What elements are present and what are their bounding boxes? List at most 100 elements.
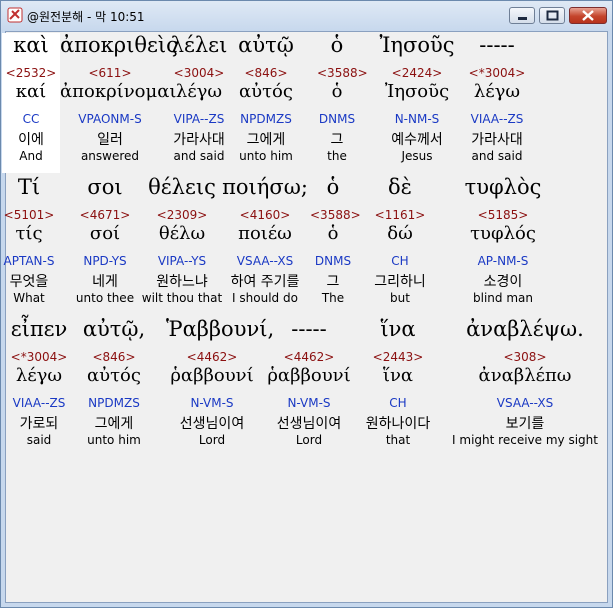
korean-gloss: 원하느냐 — [156, 274, 208, 290]
strong-number: <3004> — [173, 66, 225, 80]
parse-code: NPDMZS — [88, 396, 140, 410]
strong-number: <4671> — [79, 208, 131, 222]
interlinear-word[interactable]: θέλεις <2309> θέλω VIPA--YS 원하느냐 wilt thou th… — [140, 175, 224, 311]
maximize-button[interactable] — [539, 7, 565, 24]
interlinear-word[interactable]: ἀποκριθεὶς <611> ἀποκρίνομαι VPAONM-S 일러 answ… — [60, 33, 178, 169]
strong-number: <846> — [244, 66, 288, 80]
parse-code: APTAN-S — [3, 254, 55, 268]
interlinear-word[interactable]: σοι <4671> σοί NPD-YS 네게 unto thee — [70, 175, 140, 311]
strong-number: <2424> — [391, 66, 443, 80]
parse-code: CC — [22, 112, 40, 126]
interlinear-word[interactable]: τυφλὸς <5185> τυφλός AP-NM-S 소경이 blind man — [462, 175, 544, 311]
greek: λέλει — [170, 33, 228, 57]
english-gloss: unto thee — [75, 291, 135, 305]
close-icon — [582, 10, 594, 21]
app-window: @원전분해 - 막 10:51 καὶ <2532> καί CC 이에 And ἀποκρ… — [0, 0, 613, 608]
korean-gloss: 네게 — [92, 274, 118, 290]
interlinear-word[interactable]: αὐτῷ <846> αὐτός NPDMZS 그에게 unto him — [232, 33, 300, 169]
interlinear-word[interactable]: Τί <5101> τίς APTAN-S 무엇을 What — [0, 175, 59, 311]
interlinear-word[interactable]: καὶ <2532> καί CC 이에 And — [2, 33, 60, 173]
greek: ἀποκριθεὶς — [60, 33, 178, 57]
greek: δὲ — [388, 175, 412, 199]
parse-code: VPAONM-S — [78, 112, 142, 126]
parse-code: VIPA--YS — [157, 254, 207, 268]
parse-code: VIAA--ZS — [12, 396, 66, 410]
strong-number: <3588> — [317, 66, 368, 80]
english-gloss: unto him — [239, 149, 293, 163]
english-gloss: I might receive my sight — [452, 433, 598, 447]
english-gloss: but — [390, 291, 410, 305]
interlinear-word[interactable]: ἀναβλέψω. <308> ἀναβλέπω VSAA--XS 보기를 I might… — [450, 317, 600, 453]
minimize-icon — [518, 17, 527, 20]
lemma: τυφλός — [470, 223, 536, 244]
greek: καὶ — [13, 33, 49, 57]
interlinear-word[interactable]: δὲ <1161> δώ CH 그리하니 but — [372, 175, 428, 311]
korean-gloss: 일러 — [97, 132, 123, 148]
english-gloss: What — [13, 291, 45, 305]
interlinear-word[interactable]: ὁ <3588> ὁ DNMS 그 The — [310, 175, 361, 311]
interlinear-word[interactable]: ποιήσω; <4160> ποιέω VSAA--XS 하여 주기를 I should… — [220, 175, 310, 311]
strong-number: <308> — [503, 350, 547, 364]
greek: τυφλὸς — [464, 175, 542, 199]
greek: Τί — [17, 175, 41, 199]
english-gloss: unto him — [87, 433, 141, 447]
korean-gloss: 선생님이여 — [179, 416, 245, 432]
strong-number: <5185> — [477, 208, 529, 222]
interlinear-word[interactable]: ὁ <3588> ὁ DNMS 그 the — [317, 33, 368, 169]
greek: ὁ — [330, 33, 344, 57]
interlinear-word[interactable]: λέλει <3004> λέγω VIPA--ZS 가라사대 and said — [164, 33, 234, 169]
bible-app-icon — [7, 7, 23, 23]
interlinear-word[interactable]: αὐτῷ, <846> αὐτός NPDMZS 그에게 unto him — [82, 317, 146, 453]
greek: θέλεις — [148, 175, 216, 199]
korean-gloss: 이에 — [18, 132, 44, 148]
parse-code: VSAA--XS — [236, 254, 294, 268]
lemma: ἵνα — [382, 365, 414, 386]
greek: αὐτῷ, — [82, 317, 146, 341]
interlinear-word[interactable]: ἵνα <2443> ἵνα CH 원하나이다 that — [363, 317, 433, 453]
parse-code: AP-NM-S — [477, 254, 529, 268]
parse-code: CH — [391, 254, 409, 268]
korean-gloss: 가라사대 — [471, 132, 523, 148]
korean-gloss: 그에게 — [94, 416, 134, 432]
korean-gloss: 그에게 — [246, 132, 286, 148]
strong-number: <*3004> — [468, 66, 526, 80]
korean-gloss: 하여 주기를 — [230, 274, 300, 290]
english-gloss: I should do — [232, 291, 298, 305]
lemma: τίς — [15, 223, 43, 244]
strong-number: <*3004> — [10, 350, 68, 364]
interlinear-word[interactable]: ----- <*3004> λέγω VIAA--ZS 가라사대 and said — [461, 33, 533, 169]
korean-gloss: 가라사대 — [173, 132, 225, 148]
interlinear-word[interactable]: ----- <4462> ῥαββουνί N-VM-S 선생님이여 Lord — [267, 317, 351, 453]
english-gloss: The — [321, 291, 345, 305]
parse-code: N-VM-S — [190, 396, 234, 410]
greek: αὐτῷ — [238, 33, 294, 57]
parse-code: VIAA--ZS — [470, 112, 524, 126]
maximize-icon — [546, 10, 559, 21]
interlinear-word[interactable]: Ἰησοῦς <2424> Ἰησοῦς N-NM-S 예수께서 Jesus — [377, 33, 457, 169]
lemma: καί — [15, 81, 47, 102]
greek: σοι — [87, 175, 123, 199]
strong-number: <2532> — [5, 66, 57, 80]
greek: εἶπεν — [10, 317, 68, 341]
minimize-button[interactable] — [509, 7, 535, 24]
english-gloss: Jesus — [401, 149, 433, 163]
english-gloss: answered — [80, 149, 140, 163]
greek: ἀναβλέψω. — [466, 317, 584, 341]
english-gloss: Lord — [198, 433, 226, 447]
korean-gloss: 원하나이다 — [365, 416, 431, 432]
english-gloss: that — [385, 433, 411, 447]
interlinear-word[interactable]: εἶπεν <*3004> λέγω VIAA--ZS 가로되 said — [8, 317, 70, 453]
strong-number: <846> — [92, 350, 136, 364]
strong-number: <611> — [88, 66, 132, 80]
parse-code: NPD-YS — [83, 254, 127, 268]
title-bar[interactable]: @원전분해 - 막 10:51 — [1, 1, 612, 29]
close-button[interactable] — [569, 7, 607, 24]
lemma: αὐτός — [87, 365, 141, 386]
parse-code: CH — [389, 396, 407, 410]
strong-number: <4160> — [239, 208, 291, 222]
lemma: ἀναβλέπω — [478, 365, 572, 386]
lemma: ἀποκρίνομαι — [60, 81, 177, 102]
greek: ----- — [479, 33, 515, 57]
greek: Ἰησοῦς — [379, 33, 455, 57]
interlinear-word[interactable]: Ῥαββουνί, <4462> ῥαββουνί N-VM-S 선생님이여 Lord — [166, 317, 274, 453]
